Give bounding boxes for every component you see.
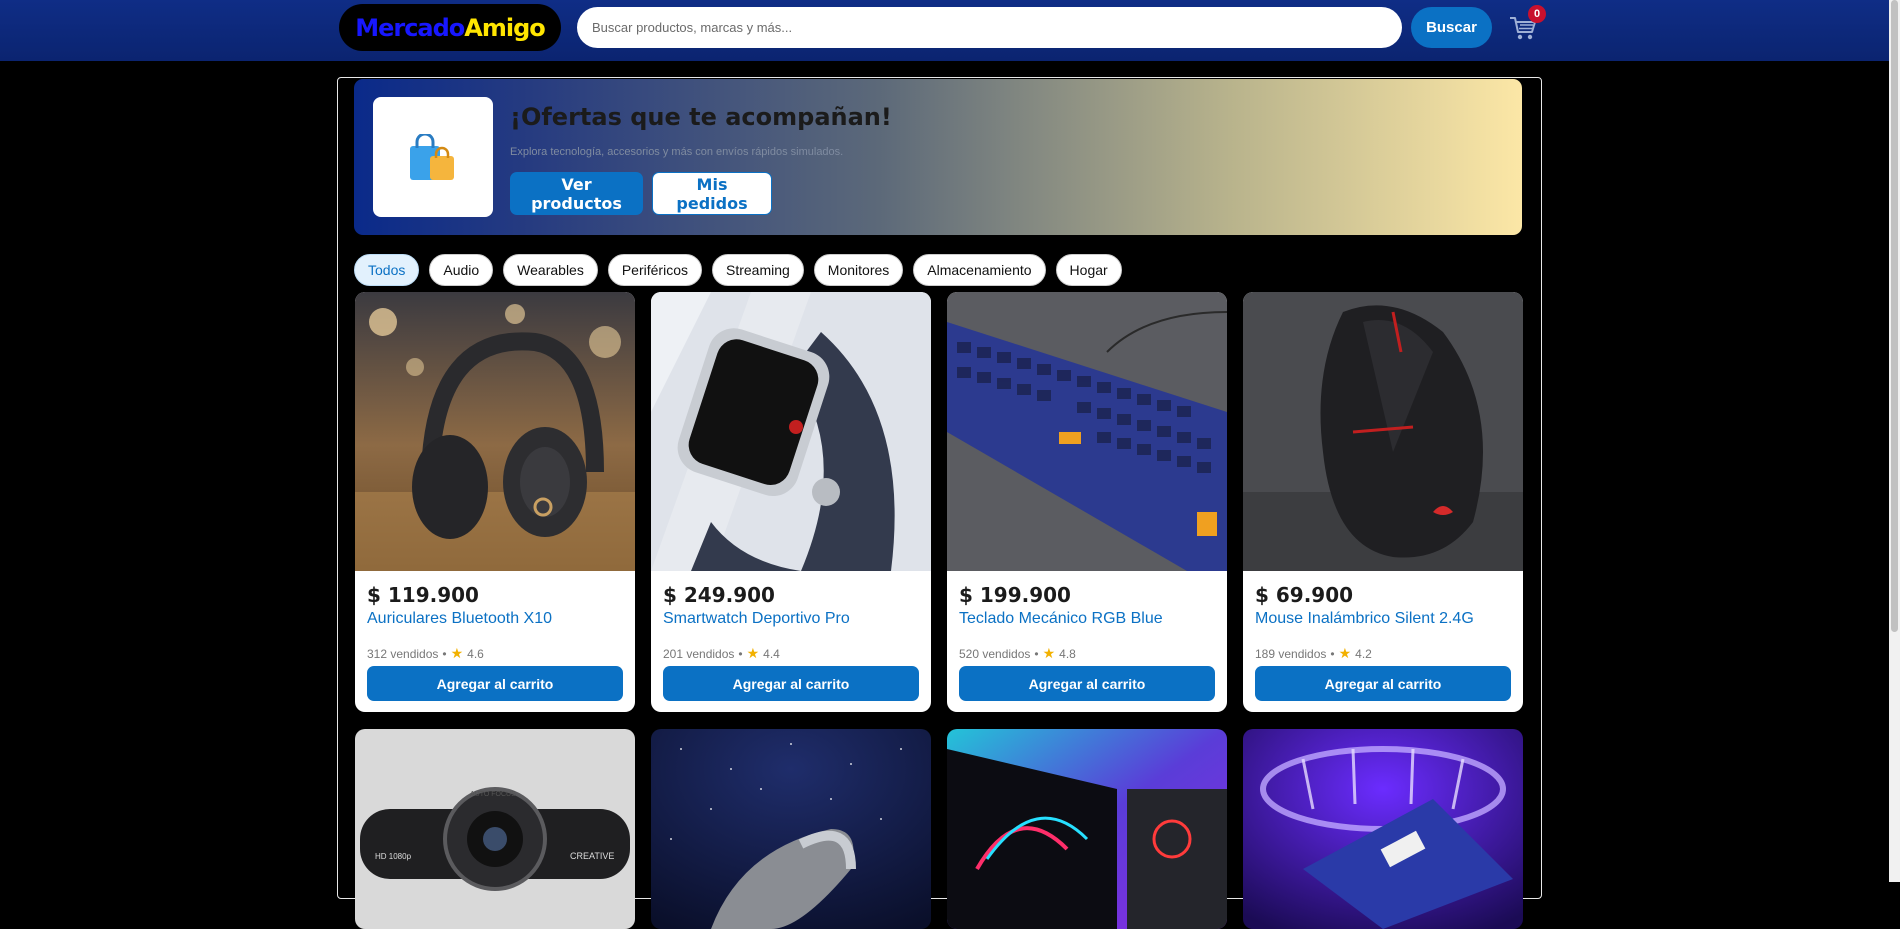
scrollbar-thumb[interactable]: [1891, 0, 1898, 632]
product-price: $ 119.900: [367, 583, 479, 607]
ssd-image[interactable]: [1243, 729, 1523, 929]
product-name[interactable]: Teclado Mecánico RGB Blue: [959, 610, 1163, 628]
product-card[interactable]: $ 249.900 Smartwatch Deportivo Pro 201 v…: [651, 292, 931, 712]
keyboard-image[interactable]: [947, 292, 1227, 571]
logo-text-amigo: Amigo: [464, 13, 545, 42]
site-logo[interactable]: Mercado Amigo: [339, 4, 561, 51]
star-icon: ★: [1338, 645, 1352, 661]
monitor-image[interactable]: [947, 729, 1227, 929]
hero-banner: ¡Ofertas que te acompañan! Explora tecno…: [354, 79, 1522, 235]
product-card[interactable]: $ 119.900 Auriculares Bluetooth X10 312 …: [355, 292, 635, 712]
add-to-cart-button[interactable]: Agregar al carrito: [1255, 666, 1511, 701]
product-name[interactable]: Mouse Inalámbrico Silent 2.4G: [1255, 610, 1474, 628]
category-chip-todos[interactable]: Todos: [354, 254, 420, 286]
add-to-cart-button[interactable]: Agregar al carrito: [959, 666, 1215, 701]
product-meta: 520 vendidos • ★ 4.8: [959, 645, 1076, 662]
category-chip-hogar[interactable]: Hogar: [1055, 254, 1122, 286]
product-card[interactable]: $ 199.900 Teclado Mecánico RGB Blue 520 …: [947, 292, 1227, 712]
smartwatch-image[interactable]: [651, 292, 931, 571]
cart-count-badge: 0: [1528, 5, 1546, 23]
speaker-image[interactable]: [651, 729, 931, 929]
hero-subtitle: Explora tecnología, accesorios y más con…: [510, 146, 844, 158]
search-input[interactable]: [577, 7, 1402, 48]
product-rating: 4.2: [1355, 646, 1372, 661]
shopping-bags-icon: [373, 97, 493, 217]
logo-text-mercado: Mercado: [355, 13, 465, 42]
headphones-image[interactable]: [355, 292, 635, 571]
product-name[interactable]: Auriculares Bluetooth X10: [367, 610, 552, 628]
product-rating: 4.8: [1059, 646, 1076, 661]
product-meta: 312 vendidos • ★ 4.6: [367, 645, 484, 662]
meta-separator: •: [442, 646, 447, 661]
meta-separator: •: [1330, 646, 1335, 661]
product-card[interactable]: $ 69.900 Mouse Inalámbrico Silent 2.4G 1…: [1243, 292, 1523, 712]
sold-count: 312 vendidos: [367, 646, 439, 661]
category-chip-wearables[interactable]: Wearables: [503, 254, 598, 286]
add-to-cart-button[interactable]: Agregar al carrito: [367, 666, 623, 701]
star-icon: ★: [1042, 645, 1056, 661]
category-chip-almacenamiento[interactable]: Almacenamiento: [913, 254, 1046, 286]
webcam-label-brand: CREATIVE: [570, 851, 614, 861]
sold-count: 520 vendidos: [959, 646, 1031, 661]
product-price: $ 69.900: [1255, 583, 1354, 607]
webcam-label-hd: HD 1080p: [375, 852, 412, 861]
category-chip-perifericos[interactable]: Periféricos: [607, 254, 702, 286]
vertical-scrollbar[interactable]: [1889, 0, 1900, 882]
star-icon: ★: [450, 645, 464, 661]
star-icon: ★: [746, 645, 760, 661]
product-rating: 4.6: [467, 646, 484, 661]
hero-title: ¡Ofertas que te acompañan!: [510, 103, 892, 131]
product-rating: 4.4: [763, 646, 780, 661]
add-to-cart-button[interactable]: Agregar al carrito: [663, 666, 919, 701]
my-orders-button[interactable]: Mis pedidos: [652, 172, 772, 215]
sold-count: 201 vendidos: [663, 646, 735, 661]
sold-count: 189 vendidos: [1255, 646, 1327, 661]
category-chip-monitores[interactable]: Monitores: [813, 254, 904, 286]
product-meta: 189 vendidos • ★ 4.2: [1255, 645, 1372, 662]
product-price: $ 249.900: [663, 583, 775, 607]
view-products-button[interactable]: Ver productos: [510, 172, 643, 215]
mouse-image[interactable]: [1243, 292, 1523, 571]
webcam-image[interactable]: HD 1080p AUTO FOCUS CREATIVE: [355, 729, 635, 929]
meta-separator: •: [738, 646, 743, 661]
meta-separator: •: [1034, 646, 1039, 661]
category-chip-streaming[interactable]: Streaming: [711, 254, 804, 286]
search-button[interactable]: Buscar: [1411, 7, 1492, 48]
product-name[interactable]: Smartwatch Deportivo Pro: [663, 610, 850, 628]
product-price: $ 199.900: [959, 583, 1071, 607]
product-meta: 201 vendidos • ★ 4.4: [663, 645, 780, 662]
webcam-label-autofocus: AUTO FOCUS: [470, 791, 516, 798]
category-filter-bar: Todos Audio Wearables Periféricos Stream…: [354, 254, 1122, 286]
category-chip-audio[interactable]: Audio: [429, 254, 494, 286]
